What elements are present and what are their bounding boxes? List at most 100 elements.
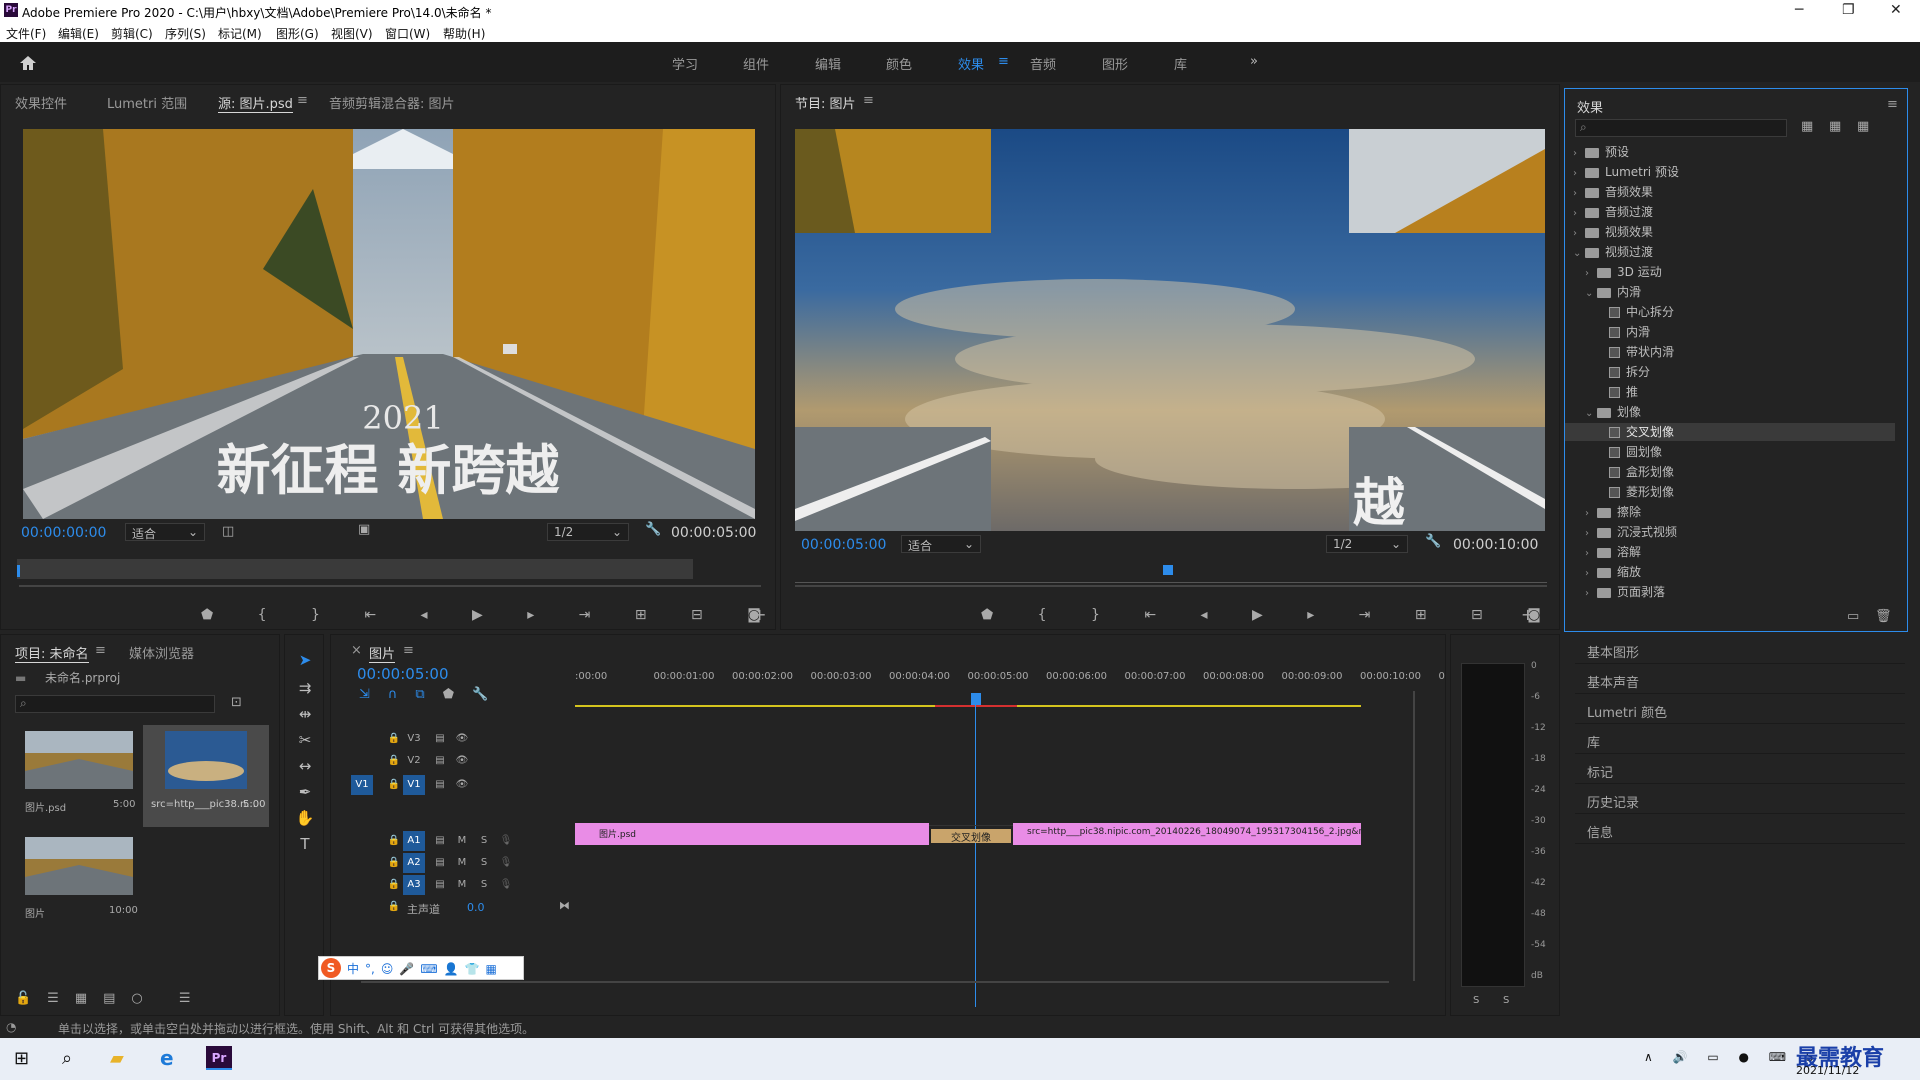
source-fit-select[interactable]: 适合 ⌄ [125,523,205,541]
microphone-icon[interactable]: 🎙 [495,853,517,873]
program-add-button[interactable]: + [1521,605,1534,624]
hand-tool-icon[interactable]: ✋ [294,809,316,831]
find-icon[interactable]: ⊡ [231,695,242,710]
project-search-input[interactable]: ⌕ [15,695,215,713]
sync-lock-icon[interactable]: ▤ [429,729,451,749]
track-target-label[interactable]: V1 [403,775,425,795]
insert-icon[interactable]: ▣ [358,522,370,537]
chevron-right-icon[interactable]: › [1585,268,1597,279]
chevron-right-icon[interactable]: › [1585,548,1597,559]
right-panel-tab[interactable]: 基本声音 [1575,666,1905,694]
new-bin-icon[interactable]: ▭ [1847,609,1859,624]
solo-right-button[interactable]: S [1503,995,1509,1006]
workspace-learn[interactable]: 学习 [672,54,698,73]
effects-tree-item[interactable]: › 3D 运动 [1565,263,1895,281]
right-panel-tab[interactable]: 历史记录 [1575,786,1905,814]
timeline-clip[interactable]: src=http___pic38.nipic.com_20140226_1804… [1013,823,1361,845]
program-playhead-timecode[interactable]: 00:00:05:00 [801,537,886,553]
right-panel-tab[interactable]: 库 [1575,726,1905,754]
timeline-timecode[interactable]: 00:00:05:00 [357,665,449,683]
track-select-tool-icon[interactable]: ⇉ [294,679,316,701]
track-target-label[interactable]: A3 [403,875,425,895]
ime-icon[interactable]: °, [365,962,375,976]
workspace-editing[interactable]: 编辑 [815,54,841,73]
program-fit-select[interactable]: 适合 ⌄ [901,535,981,553]
source-zoom-bar[interactable] [19,585,761,587]
ime-icon[interactable]: ▦ [486,962,497,976]
effects-tree-item[interactable]: › 音频效果 [1565,183,1895,201]
tab-audio-clip-mixer[interactable]: 音频剪辑混合器: 图片 [329,93,455,112]
project-item[interactable]: 图片 10:00 [13,831,139,933]
tab-lumetri-scopes[interactable]: Lumetri 范围 [107,93,187,112]
effects-tree-item[interactable]: 推 [1565,383,1895,401]
chevron-right-icon[interactable]: › [1573,168,1585,179]
microphone-icon[interactable]: 🎙 [495,831,517,851]
maximize-icon[interactable]: ❐ [1842,2,1855,18]
tab-project-menu-icon[interactable]: ≡ [95,643,106,658]
right-panel-tab[interactable]: 信息 [1575,816,1905,844]
razor-tool-icon[interactable]: ✂ [294,731,316,753]
pen-tool-icon[interactable]: ✒ [294,783,316,805]
chevron-right-icon[interactable]: › [1585,568,1597,579]
effects-tree-item[interactable]: › 音频过渡 [1565,203,1895,221]
effects-tree-item[interactable]: 圆划像 [1565,443,1895,461]
source-patch-v1[interactable]: V1 [351,775,373,795]
menu-clip[interactable]: 剪辑(C) [111,25,153,42]
solo-button[interactable]: S [473,831,495,851]
track-lock-icon[interactable]: 🔒 [383,875,405,895]
track-target-label[interactable]: V2 [403,751,425,771]
minimize-icon[interactable]: ─ [1795,2,1803,18]
program-resolution-select[interactable]: 1/2 ⌄ [1326,535,1408,553]
transition-cross-zoom[interactable]: 交叉划像 [931,829,1011,843]
workspace-libraries[interactable]: 库 [1174,54,1187,73]
track-lock-icon[interactable]: 🔒 [383,853,405,873]
ime-icon[interactable]: 中 [347,962,359,976]
effects-tree-item[interactable]: › 擦除 [1565,503,1895,521]
sync-lock-icon[interactable]: ▤ [429,831,451,851]
eye-icon[interactable]: 👁 [451,775,473,795]
chevron-right-icon[interactable]: › [1573,188,1585,199]
effects-tree-item[interactable]: › 视频效果 [1565,223,1895,241]
track-header[interactable]: 🔒 A1 ▤ M S 🎙 [331,831,571,853]
chevron-down-icon[interactable]: ⌄ [1585,288,1597,299]
source-time-ruler[interactable] [17,559,693,579]
sync-lock-icon[interactable]: ▤ [429,775,451,795]
menu-window[interactable]: 窗口(W) [385,25,430,42]
eye-icon[interactable]: 👁 [451,751,473,771]
workspace-color[interactable]: 颜色 [886,54,912,73]
menu-help[interactable]: 帮助(H) [443,25,485,42]
program-settings-wrench-icon[interactable]: 🔧 [1425,534,1441,549]
source-playhead-timecode[interactable]: 00:00:00:00 [21,525,106,541]
effects-tree-item[interactable]: 菱形划像 [1565,483,1895,501]
tab-source[interactable]: 源: 图片.psd [218,93,293,113]
timeline-playhead-handle[interactable] [971,693,981,705]
track-lock-icon[interactable]: 🔒 [383,775,405,795]
sync-lock-icon[interactable]: ▤ [429,875,451,895]
ime-toolbar[interactable]: S 中 °, ☺ 🎤 ⌨ 👤 👕 ▦ [318,956,524,980]
program-playhead[interactable] [1163,565,1173,575]
menu-view[interactable]: 视图(V) [331,25,373,42]
timeline-horizontal-scrollbar[interactable] [361,981,1389,983]
timeline-toolbar[interactable]: ⇲∩⧉⬟🔧 [359,687,506,702]
effects-tree-item[interactable]: › 溶解 [1565,543,1895,561]
effects-menu-icon[interactable]: ≡ [1887,97,1898,112]
ripple-edit-tool-icon[interactable]: ⇹ [294,705,316,727]
chevron-down-icon[interactable]: ⌄ [1585,408,1597,419]
solo-button[interactable]: S [473,853,495,873]
ime-icons[interactable]: 中 °, ☺ 🎤 ⌨ 👤 👕 ▦ [347,960,503,977]
chevron-right-icon[interactable]: › [1573,228,1585,239]
effects-tree-item[interactable]: 拆分 [1565,363,1895,381]
chevron-right-icon[interactable]: › [1585,588,1597,599]
track-target-label[interactable]: V3 [403,729,425,749]
program-menu-icon[interactable]: ≡ [863,93,874,108]
effects-tree-item[interactable]: › Lumetri 预设 [1565,163,1895,181]
sync-lock-icon[interactable]: ▤ [429,751,451,771]
track-lock-icon[interactable]: 🔒 [383,831,405,851]
effects-search-input[interactable]: ⌕ [1575,119,1787,137]
right-panel-tab[interactable]: 基本图形 [1575,636,1905,664]
safe-margins-icon[interactable]: ◫ [222,524,234,539]
source-resolution-select[interactable]: 1/2 ⌄ [547,523,629,541]
track-lock-icon[interactable]: 🔒 [383,729,405,749]
menu-edit[interactable]: 编辑(E) [58,25,99,42]
ime-icon[interactable]: 👕 [465,962,480,976]
